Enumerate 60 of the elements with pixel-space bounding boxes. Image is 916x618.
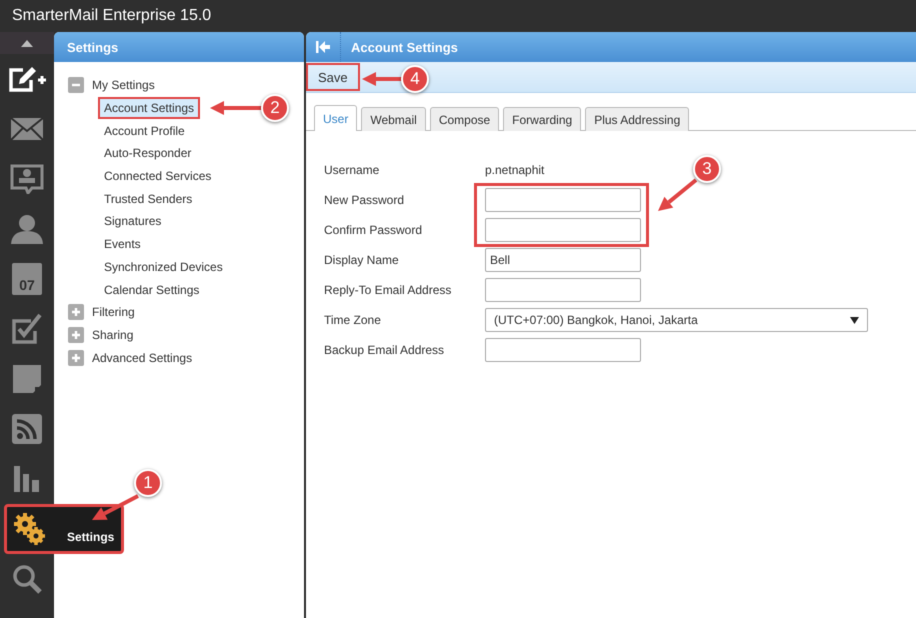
search-icon[interactable] bbox=[12, 564, 42, 594]
tab[interactable]: Forwarding bbox=[503, 107, 582, 131]
tree-item[interactable]: My Settings bbox=[92, 78, 155, 92]
gears-icon bbox=[13, 512, 47, 546]
field-label: Username bbox=[324, 163, 380, 177]
save-button[interactable]: Save bbox=[306, 63, 360, 91]
callout-arrow bbox=[658, 178, 698, 211]
tree-item[interactable]: Filtering bbox=[92, 305, 135, 320]
tab[interactable]: Webmail bbox=[361, 107, 426, 131]
field-label: Confirm Password bbox=[324, 223, 424, 237]
field-value: p.netnaphit bbox=[485, 163, 544, 177]
callout-arrow bbox=[210, 101, 262, 115]
person-icon[interactable] bbox=[10, 214, 44, 244]
tree-item[interactable]: Synchronized Devices bbox=[98, 256, 229, 278]
tree-item[interactable]: Trusted Senders bbox=[98, 188, 198, 210]
chat-icon[interactable] bbox=[10, 164, 44, 194]
scroll-up-icon[interactable] bbox=[21, 40, 33, 46]
callout-arrow bbox=[362, 72, 402, 86]
collapse-panel-icon[interactable] bbox=[316, 40, 330, 54]
settings-rail-item[interactable]: Settings bbox=[4, 504, 124, 554]
tree-item[interactable]: Events bbox=[98, 233, 147, 256]
field-label: Reply-To Email Address bbox=[324, 283, 452, 297]
field-label: Display Name bbox=[324, 253, 400, 267]
input-field[interactable] bbox=[485, 218, 641, 242]
expand-icon[interactable] bbox=[68, 304, 84, 320]
input-field[interactable] bbox=[485, 338, 641, 362]
note-icon[interactable] bbox=[13, 365, 41, 393]
input-field[interactable]: Bell bbox=[485, 248, 641, 272]
field-label: New Password bbox=[324, 193, 406, 207]
tree-item[interactable]: Calendar Settings bbox=[98, 278, 206, 301]
tree-item[interactable]: Sharing bbox=[92, 328, 134, 342]
tree-item[interactable]: Account Settings bbox=[98, 97, 200, 120]
calendar-day: 07 bbox=[19, 275, 35, 295]
callout-arrow bbox=[92, 494, 139, 520]
tree-item[interactable]: Auto-Responder bbox=[98, 142, 198, 164]
input-field[interactable] bbox=[485, 278, 641, 302]
panel-title: Settings bbox=[67, 40, 118, 54]
expand-icon[interactable] bbox=[68, 326, 84, 343]
caret-icon bbox=[850, 316, 859, 324]
bar-chart-icon[interactable] bbox=[14, 466, 40, 492]
tree-item[interactable]: Advanced Settings bbox=[92, 350, 192, 365]
field-label: Time Zone bbox=[324, 313, 382, 327]
expand-icon[interactable] bbox=[68, 350, 84, 366]
dropdown[interactable]: (UTC+07:00) Bangkok, Hanoi, Jakarta bbox=[485, 308, 868, 332]
content-title: Account Settings bbox=[350, 40, 458, 54]
input-field[interactable] bbox=[485, 188, 641, 212]
rss-icon[interactable] bbox=[12, 414, 42, 444]
compose-icon[interactable] bbox=[7, 64, 47, 94]
checkbox-icon[interactable] bbox=[11, 313, 43, 345]
collapse-icon[interactable] bbox=[68, 77, 84, 94]
tree-item[interactable]: Connected Services bbox=[98, 165, 218, 188]
calendar-icon[interactable]: 07 bbox=[12, 263, 42, 295]
tree-item[interactable]: Account Profile bbox=[98, 120, 191, 142]
tree-item[interactable]: Signatures bbox=[98, 210, 168, 232]
tab[interactable]: User bbox=[314, 105, 358, 131]
field-label: Backup Email Address bbox=[324, 343, 446, 357]
tab[interactable]: Compose bbox=[430, 107, 500, 131]
envelope-icon[interactable] bbox=[10, 117, 44, 141]
tab[interactable]: Plus Addressing bbox=[585, 107, 690, 131]
app-title: SmarterMail Enterprise 15.0 bbox=[12, 7, 212, 25]
